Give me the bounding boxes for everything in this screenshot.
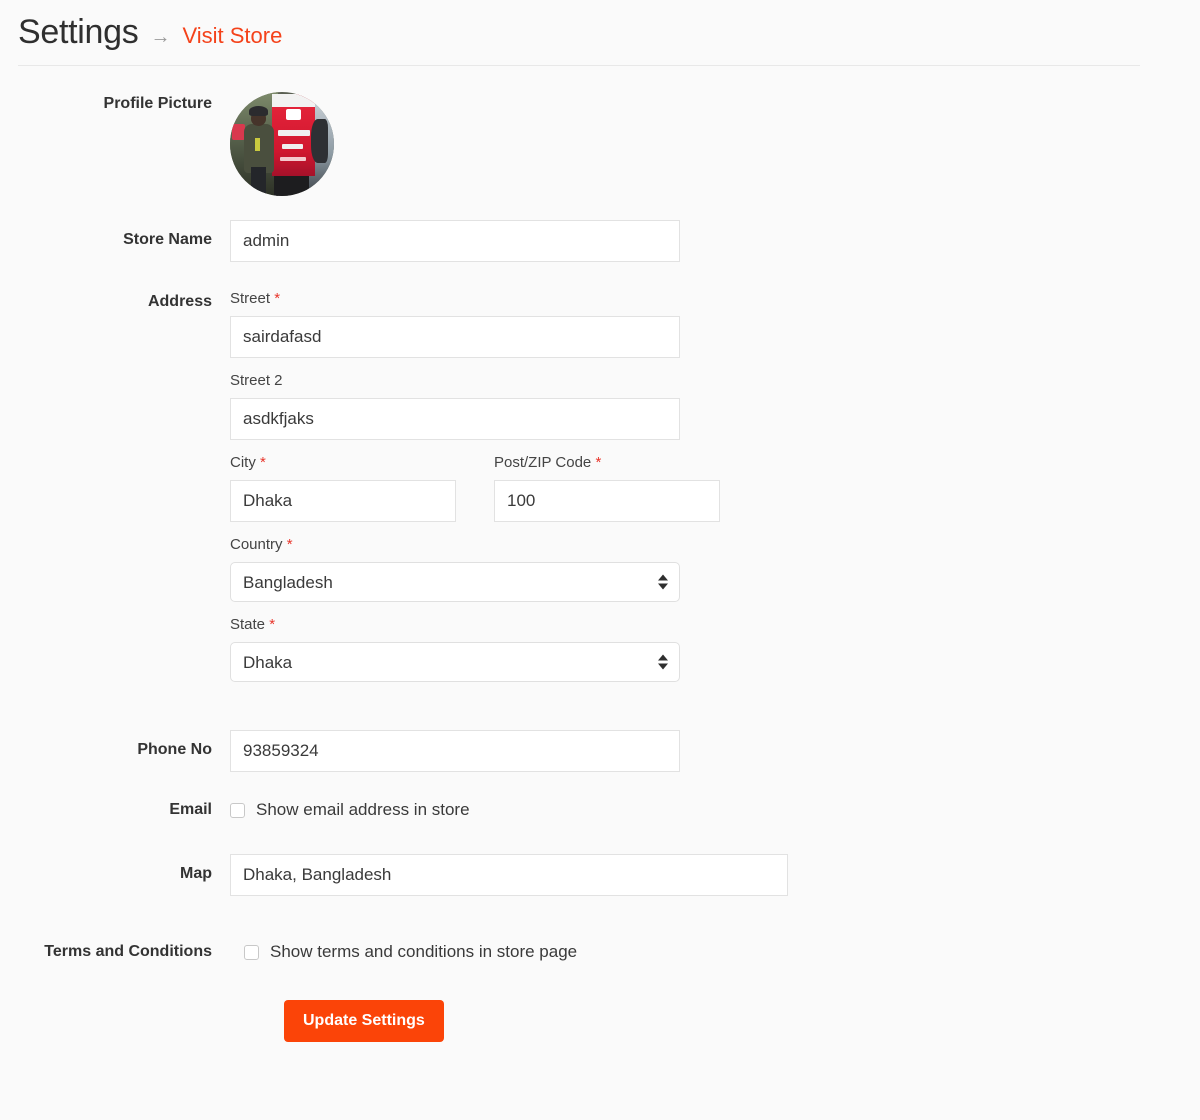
profile-picture-control	[212, 92, 1200, 197]
profile-picture-label: Profile Picture	[103, 95, 212, 113]
country-select[interactable]: Bangladesh	[230, 562, 680, 603]
field-row-submit: Update Settings	[0, 1000, 1200, 1043]
city-input[interactable]	[230, 480, 456, 523]
phone-control	[212, 730, 1200, 773]
street-required-marker: *	[274, 290, 281, 308]
state-required-marker: *	[269, 616, 276, 634]
street-input[interactable]	[230, 316, 680, 359]
avatar-banner-top	[271, 94, 316, 107]
page-title: Settings	[18, 13, 139, 51]
state-select[interactable]: Dhaka	[230, 642, 680, 683]
zip-label: Post/ZIP Code *	[494, 454, 720, 472]
map-input[interactable]	[230, 854, 788, 897]
zip-label-text: Post/ZIP Code	[494, 454, 592, 472]
zip-group: Post/ZIP Code *	[494, 454, 720, 523]
store-name-label: Store Name	[123, 231, 212, 249]
country-label: Country *	[230, 536, 1200, 554]
avatar-banner-stripe-3	[279, 156, 306, 162]
visit-store-link[interactable]: Visit Store	[182, 23, 282, 49]
street-label-text: Street	[230, 290, 271, 308]
street-label: Street *	[230, 290, 1200, 308]
avatar-banner-base	[273, 175, 310, 197]
field-row-terms: Terms and Conditions Show terms and cond…	[0, 940, 1200, 962]
avatar-banner-stripe-2	[282, 144, 303, 149]
submit-control: Update Settings	[212, 1000, 1200, 1043]
avatar-banner-logo	[286, 109, 301, 121]
state-label-text: State	[230, 616, 266, 634]
zip-input[interactable]	[494, 480, 720, 523]
terms-label: Terms and Conditions	[44, 943, 212, 961]
state-select-wrap[interactable]: Dhaka	[230, 642, 680, 683]
field-row-email: Email Show email address in store	[0, 798, 1200, 820]
field-row-store-name: Store Name	[0, 220, 1200, 263]
field-row-map: Map	[0, 854, 1200, 897]
map-control	[212, 854, 1200, 897]
address-street-block: Street *	[230, 290, 1200, 359]
city-required-marker: *	[260, 454, 266, 472]
field-row-phone: Phone No	[0, 730, 1200, 773]
avatar-banner-stripe-1	[277, 129, 311, 137]
avatar-person-legs	[250, 167, 267, 195]
country-label-text: Country	[230, 536, 283, 554]
email-checkbox-line[interactable]: Show email address in store	[230, 798, 1200, 820]
address-city-zip-block: City * Post/ZIP Code *	[230, 454, 1200, 523]
avatar[interactable]	[230, 92, 334, 197]
avatar-person-badge	[254, 138, 261, 151]
country-required-marker: *	[286, 536, 293, 554]
email-control: Show email address in store	[212, 798, 1200, 820]
field-row-profile-picture: Profile Picture	[0, 92, 1200, 197]
field-row-address: Address Street * Street 2 City *	[0, 290, 1200, 696]
address-state-block: State * Dhaka	[230, 616, 1200, 683]
terms-control: Show terms and conditions in store page	[212, 940, 1200, 962]
city-label: City *	[230, 454, 456, 472]
avatar-foreground-object	[311, 119, 328, 164]
state-label: State *	[230, 616, 1200, 634]
city-group: City *	[230, 454, 456, 523]
avatar-flag	[232, 123, 245, 141]
phone-input[interactable]	[230, 730, 680, 773]
address-country-block: Country * Bangladesh	[230, 536, 1200, 603]
avatar-person-hat	[248, 105, 269, 117]
page-header: Settings → Visit Store	[0, 0, 1200, 51]
terms-checkbox-line[interactable]: Show terms and conditions in store page	[244, 940, 1200, 962]
address-street2-block: Street 2	[230, 372, 1200, 441]
phone-label: Phone No	[137, 741, 212, 759]
store-name-input[interactable]	[230, 220, 680, 263]
settings-form: Profile Picture Store Name admin Address…	[0, 66, 1200, 1043]
country-select-wrap[interactable]: Bangladesh	[230, 562, 680, 603]
city-label-text: City	[230, 454, 256, 472]
show-terms-checkbox[interactable]	[244, 944, 259, 960]
store-name-control	[212, 220, 1200, 263]
arrow-right-icon: →	[150, 26, 171, 48]
map-label: Map	[180, 865, 212, 883]
show-email-checkbox-label: Show email address in store	[256, 800, 470, 820]
update-settings-button[interactable]: Update Settings	[284, 1000, 444, 1043]
show-terms-checkbox-label: Show terms and conditions in store page	[270, 942, 578, 962]
street2-label: Street 2	[230, 372, 283, 390]
show-email-checkbox[interactable]	[230, 802, 245, 818]
address-control: Street * Street 2 City *	[212, 290, 1200, 696]
zip-required-marker: *	[595, 454, 602, 472]
street2-input[interactable]	[230, 398, 680, 441]
address-label: Address	[147, 293, 212, 311]
email-label: Email	[169, 801, 212, 819]
